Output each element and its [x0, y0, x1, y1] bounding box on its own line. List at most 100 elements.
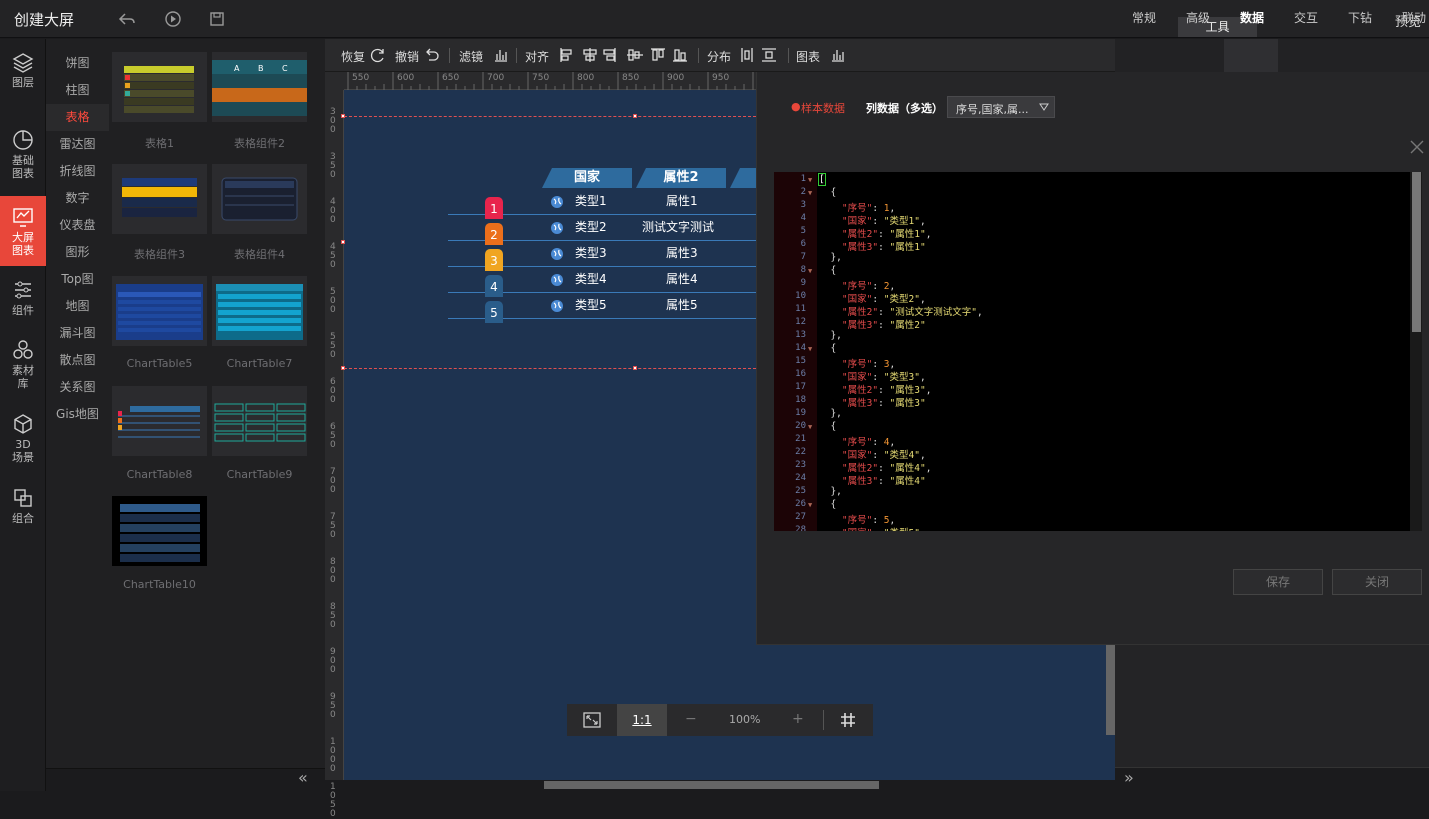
thumbnail-charttable5[interactable] — [112, 276, 207, 346]
category-item[interactable]: 雷达图 — [46, 131, 109, 158]
redo-icon[interactable] — [370, 47, 386, 63]
zoom-out-button[interactable]: − — [685, 711, 697, 727]
fold-arrow-icon[interactable]: ▼ — [808, 189, 812, 197]
save-icon[interactable] — [208, 10, 226, 28]
redo-button[interactable]: 恢复 — [341, 48, 365, 65]
selection-border-top — [344, 116, 756, 117]
save-button[interactable]: 保存 — [1233, 569, 1323, 595]
category-item[interactable]: 地图 — [46, 293, 109, 320]
tab-interaction[interactable]: 交互 — [1294, 9, 1318, 26]
thumbnail-charttable9[interactable] — [212, 386, 307, 456]
align-button[interactable]: 对齐 — [525, 48, 549, 65]
category-item[interactable]: 漏斗图 — [46, 320, 109, 347]
zoom-bar: 1:1 − 100% + — [567, 704, 873, 736]
zoom-in-button[interactable]: + — [792, 711, 804, 727]
line-number: 22 — [795, 447, 806, 457]
close-icon[interactable] — [1410, 140, 1424, 154]
undo-icon[interactable] — [424, 47, 440, 63]
nav-3d-scene[interactable]: 3D 场景 — [0, 413, 46, 464]
category-item-active[interactable]: 表格 — [46, 104, 109, 131]
fold-arrow-icon[interactable]: ▼ — [808, 176, 812, 184]
toolbar-separator — [449, 48, 450, 63]
nav-basic-charts[interactable]: 基础 图表 — [0, 129, 46, 180]
filter-button[interactable]: 滤镜 — [459, 48, 483, 65]
fold-arrow-icon[interactable]: ▼ — [808, 345, 812, 353]
ratio-1-1-button[interactable]: 1:1 — [617, 704, 667, 736]
nav-group[interactable]: 组合 — [0, 487, 46, 525]
thumbnail-charttable7[interactable] — [212, 276, 307, 346]
play-icon[interactable] — [164, 10, 182, 28]
category-item[interactable]: 数字 — [46, 185, 109, 212]
tab-linkage[interactable]: 联动 — [1402, 9, 1426, 26]
category-item[interactable]: 折线图 — [46, 158, 109, 185]
resize-handle[interactable] — [633, 114, 637, 118]
tab-advanced[interactable]: 高级 — [1186, 9, 1210, 26]
ruler-label: 300 — [330, 107, 336, 135]
nav-components[interactable]: 组件 — [0, 279, 46, 317]
category-item[interactable]: Top图 — [46, 266, 109, 293]
collapse-left-icon[interactable]: « — [298, 768, 308, 787]
globe-icon — [551, 274, 563, 286]
columns-select[interactable]: 序号,国家,属... — [947, 96, 1055, 118]
line-number: 28 — [795, 525, 806, 531]
align-icons[interactable] — [559, 47, 689, 63]
ruler-label: 850 — [622, 73, 640, 83]
undo-button[interactable]: 撤销 — [395, 48, 419, 65]
thumbnail-charttable8[interactable] — [112, 386, 207, 456]
resize-handle[interactable] — [341, 114, 345, 118]
table-row: 2 类型2 测试文字测试 — [448, 215, 756, 245]
distribute-icons[interactable] — [740, 47, 780, 63]
canvas-horizontal-scrollbar[interactable] — [544, 781, 879, 789]
thumbnail-label: 表格组件2 — [234, 137, 285, 150]
nav-materials[interactable]: 素材 库 — [0, 339, 46, 390]
nav-bigscreen-charts[interactable]: 大屏 图表 — [0, 196, 46, 266]
nav-layers[interactable]: 图层 — [0, 51, 46, 89]
code-line: "属性2": "属性3", — [841, 385, 932, 396]
bar-chart-icon[interactable] — [493, 47, 509, 63]
chart-button[interactable]: 图表 — [796, 48, 820, 65]
category-item[interactable]: 图形 — [46, 239, 109, 266]
back-icon[interactable] — [118, 10, 136, 28]
tab-general[interactable]: 常规 — [1132, 9, 1156, 26]
fold-arrow-icon[interactable]: ▼ — [808, 267, 812, 275]
category-item[interactable]: 饼图 — [46, 50, 109, 77]
line-number: 14 — [795, 343, 806, 353]
table-row: 3 类型3 属性3 — [448, 241, 756, 271]
zoom-value: 100% — [729, 713, 761, 726]
resize-handle[interactable] — [341, 240, 345, 244]
category-item[interactable]: 仪表盘 — [46, 212, 109, 239]
category-item[interactable]: 散点图 — [46, 347, 109, 374]
table-row: 1 类型1 属性1 — [448, 189, 756, 219]
cell-attr: 属性3 — [666, 246, 698, 260]
chart-icon[interactable] — [830, 47, 846, 63]
distribute-button[interactable]: 分布 — [707, 48, 731, 65]
code-line: }, — [819, 330, 842, 341]
thumbnail-table3[interactable] — [112, 164, 207, 234]
grid-icon[interactable] — [840, 712, 856, 728]
thumbnail-table1[interactable] — [112, 52, 207, 122]
layers-icon — [12, 53, 34, 73]
editor-scrollbar-thumb[interactable] — [1412, 172, 1421, 332]
ruler-label: 950 — [712, 73, 730, 83]
category-item[interactable]: 关系图 — [46, 374, 109, 401]
thumbnail-table2[interactable]: A B C — [212, 52, 307, 122]
left-panel-footer — [46, 768, 325, 791]
expand-right-icon[interactable]: » — [1124, 768, 1134, 787]
json-code-editor[interactable]: 1 ▼[2 ▼ {3 "序号": 1, 4 "国家": "类型1", 5 "属性2": … — [774, 172, 1422, 531]
globe-icon — [551, 222, 563, 234]
category-item[interactable]: Gis地图 — [46, 401, 109, 428]
category-item[interactable]: 柱图 — [46, 77, 109, 104]
zoom-separator — [823, 710, 824, 730]
close-button[interactable]: 关闭 — [1332, 569, 1422, 595]
resize-handle[interactable] — [341, 366, 345, 370]
resize-handle[interactable] — [633, 366, 637, 370]
tab-drilldown[interactable]: 下钻 — [1348, 9, 1372, 26]
canvas-vertical-scrollbar[interactable] — [1106, 645, 1115, 735]
fit-screen-icon[interactable] — [583, 712, 601, 728]
fold-arrow-icon[interactable]: ▼ — [808, 423, 812, 431]
code-line: "国家": "类型5", — [819, 525, 926, 531]
thumbnail-charttable10[interactable] — [112, 496, 207, 566]
fold-arrow-icon[interactable]: ▼ — [808, 501, 812, 509]
thumbnail-table4[interactable] — [212, 164, 307, 234]
tab-data[interactable]: 数据 — [1240, 9, 1264, 26]
